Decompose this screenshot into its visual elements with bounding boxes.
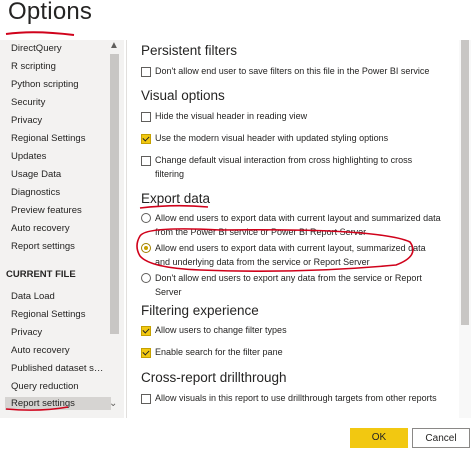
option-label: Use the modern visual header with update… — [155, 133, 389, 143]
main-scroll-thumb[interactable] — [461, 40, 469, 325]
sidebar-item-r-scripting[interactable]: R scripting — [11, 61, 107, 72]
option-label: Allow visuals in this report to use dril… — [155, 393, 437, 403]
radio-export-summarized[interactable]: Allow end users to export data with curr… — [141, 211, 441, 239]
checkbox-change-default-interaction[interactable]: Change default visual interaction from c… — [141, 153, 441, 181]
sidebar-item-privacy-file[interactable]: Privacy — [11, 327, 107, 338]
radio-unselected[interactable] — [141, 213, 151, 223]
checkbox-hide-visual-header[interactable]: Hide the visual header in reading view — [141, 109, 441, 123]
checkbox-checked[interactable] — [141, 326, 151, 336]
sidebar-item-privacy[interactable]: Privacy — [11, 115, 107, 126]
option-label: Allow users to change filter types — [155, 325, 287, 335]
checkbox-checked[interactable] — [141, 348, 151, 358]
main-scrollbar[interactable] — [459, 40, 471, 418]
checkbox-dont-allow-save-filters[interactable]: Don't allow end user to save filters on … — [141, 64, 441, 78]
ok-button[interactable]: OK — [350, 428, 408, 448]
sidebar: DirectQuery R scripting Python scripting… — [0, 40, 124, 418]
heading-filtering-experience: Filtering experience — [141, 303, 259, 318]
sidebar-scrollbar[interactable]: ▲ ⌄ — [108, 40, 122, 418]
checkbox-cross-report-drillthrough[interactable]: Allow visuals in this report to use dril… — [141, 391, 441, 405]
sidebar-item-regional-settings-file[interactable]: Regional Settings — [11, 309, 107, 320]
checkbox-unchecked[interactable] — [141, 67, 151, 77]
radio-export-none[interactable]: Don't allow end users to export any data… — [141, 271, 441, 299]
chevron-down-icon[interactable]: ⌄ — [109, 398, 117, 409]
settings-panel: Persistent filters Don't allow end user … — [127, 40, 459, 418]
dialog-title: Options — [8, 0, 93, 25]
section-title-current-file: CURRENT FILE — [6, 269, 76, 280]
sidebar-item-published-dataset-settings[interactable]: Published dataset set... — [11, 363, 107, 374]
checkbox-unchecked[interactable] — [141, 112, 151, 122]
sidebar-item-auto-recovery[interactable]: Auto recovery — [11, 223, 107, 234]
radio-selected[interactable] — [141, 243, 151, 253]
checkbox-change-filter-types[interactable]: Allow users to change filter types — [141, 323, 441, 337]
radio-export-underlying[interactable]: Allow end users to export data with curr… — [141, 241, 441, 269]
option-label: Hide the visual header in reading view — [155, 111, 308, 121]
option-label: Don't allow end users to export any data… — [155, 273, 422, 297]
checkbox-modern-visual-header[interactable]: Use the modern visual header with update… — [141, 131, 441, 145]
sidebar-item-data-load[interactable]: Data Load — [11, 291, 107, 302]
scroll-up-icon[interactable]: ▲ — [109, 40, 119, 51]
option-label: Don't allow end user to save filters on … — [155, 66, 430, 76]
checkbox-unchecked[interactable] — [141, 156, 151, 166]
sidebar-item-auto-recovery-file[interactable]: Auto recovery — [11, 345, 107, 356]
heading-visual-options: Visual options — [141, 88, 225, 103]
sidebar-item-updates[interactable]: Updates — [11, 151, 107, 162]
sidebar-item-preview-features[interactable]: Preview features — [11, 205, 107, 216]
sidebar-item-report-settings[interactable]: Report settings — [5, 397, 111, 410]
option-label: Enable search for the filter pane — [155, 347, 283, 357]
checkbox-checked[interactable] — [141, 134, 151, 144]
option-label: Allow end users to export data with curr… — [155, 243, 426, 267]
sidebar-item-python-scripting[interactable]: Python scripting — [11, 79, 107, 90]
heading-export-data: Export data — [141, 191, 211, 206]
sidebar-item-regional-settings[interactable]: Regional Settings — [11, 133, 107, 144]
heading-persistent-filters: Persistent filters — [141, 43, 238, 58]
radio-unselected[interactable] — [141, 273, 151, 283]
sidebar-item-diagnostics[interactable]: Diagnostics — [11, 187, 107, 198]
heading-cross-report-drillthrough: Cross-report drillthrough — [141, 370, 287, 385]
annotation-underline-title — [5, 31, 75, 36]
sidebar-item-security[interactable]: Security — [11, 97, 107, 108]
option-label: Allow end users to export data with curr… — [155, 213, 441, 237]
option-label: Change default visual interaction from c… — [155, 155, 413, 179]
sidebar-item-query-reduction[interactable]: Query reduction — [11, 381, 107, 392]
checkbox-enable-search-filter[interactable]: Enable search for the filter pane — [141, 345, 441, 359]
checkbox-unchecked[interactable] — [141, 394, 151, 404]
sidebar-item-directquery[interactable]: DirectQuery — [11, 43, 107, 54]
cancel-button[interactable]: Cancel — [412, 428, 470, 448]
sidebar-scroll-thumb[interactable] — [110, 54, 119, 334]
sidebar-item-usage-data[interactable]: Usage Data — [11, 169, 107, 180]
sidebar-item-report-settings-global[interactable]: Report settings — [11, 241, 107, 252]
